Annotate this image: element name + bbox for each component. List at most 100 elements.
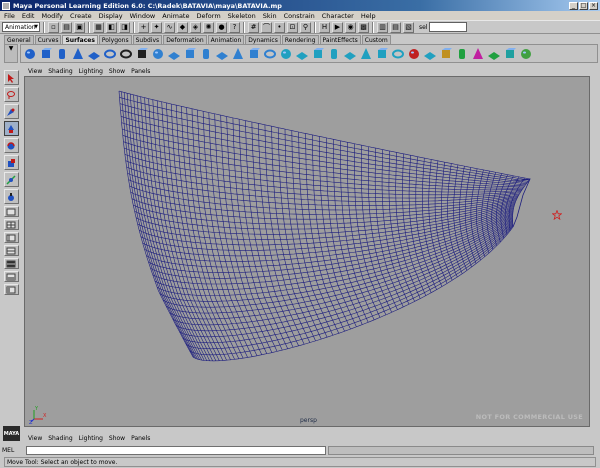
snap-point-icon[interactable]: • — [274, 21, 285, 33]
menu-skeleton[interactable]: Skeleton — [228, 12, 256, 20]
menu-character[interactable]: Character — [322, 12, 354, 20]
menu-create[interactable]: Create — [70, 12, 92, 20]
command-input[interactable] — [26, 445, 326, 455]
minimize-button[interactable]: _ — [569, 1, 578, 10]
paint-select-tool-icon[interactable] — [3, 104, 19, 119]
mask-joints-icon[interactable]: ✦ — [151, 21, 162, 33]
last-tool-icon[interactable] — [3, 189, 19, 204]
panel-menu-bottom-show[interactable]: Show — [109, 435, 125, 442]
square-surface-icon[interactable] — [247, 47, 261, 61]
layout-persp-trax-icon[interactable] — [3, 271, 19, 282]
tab-rendering[interactable]: Rendering — [281, 35, 319, 44]
surface-fillet-icon[interactable] — [487, 47, 501, 61]
bevel-icon[interactable] — [263, 47, 277, 61]
nurbs-cube-icon[interactable] — [39, 47, 53, 61]
tab-animation[interactable]: Animation — [207, 35, 245, 44]
tab-surfaces[interactable]: Surfaces — [62, 35, 98, 44]
panel-menu-show[interactable]: Show — [109, 68, 125, 75]
render-frame-icon[interactable]: ▶ — [332, 21, 343, 33]
ipr-render-icon[interactable]: ◉ — [345, 21, 356, 33]
menu-animate[interactable]: Animate — [162, 12, 189, 20]
align-surfaces-icon[interactable] — [375, 47, 389, 61]
project-curve-icon[interactable] — [295, 47, 309, 61]
panel-menu-lighting[interactable]: Lighting — [79, 68, 103, 75]
panel-menu-shading[interactable]: Shading — [48, 68, 72, 75]
panel-menu-bottom-view[interactable]: View — [28, 435, 42, 442]
menu-edit[interactable]: Edit — [22, 12, 35, 20]
selection-input[interactable] — [429, 22, 468, 32]
snap-curve-icon[interactable]: ⌒ — [261, 21, 272, 33]
mask-dynamics-icon[interactable]: ✺ — [203, 21, 214, 33]
channel-box-icon[interactable]: ▥ — [377, 21, 388, 33]
trim-tool-icon[interactable] — [311, 47, 325, 61]
boundary-icon[interactable] — [231, 47, 245, 61]
tab-custom[interactable]: Custom — [361, 35, 391, 44]
extend-surface-icon[interactable] — [423, 47, 437, 61]
close-button[interactable]: × — [589, 1, 598, 10]
intersect-icon[interactable] — [279, 47, 293, 61]
layout-persp-graph-icon[interactable] — [3, 245, 19, 256]
tab-painteffects[interactable]: PaintEffects — [319, 35, 361, 44]
scale-tool-icon[interactable] — [3, 155, 19, 170]
offset-surface-icon[interactable] — [439, 47, 453, 61]
layout-single-icon[interactable] — [3, 206, 19, 217]
mask-misc-icon[interactable]: ? — [229, 21, 240, 33]
menu-help[interactable]: Help — [361, 12, 376, 20]
perspective-viewport[interactable]: X Y Z persp NOT FOR COMMERCIAL USE — [24, 76, 590, 427]
move-tool-icon[interactable] — [3, 121, 19, 136]
untrim-icon[interactable] — [327, 47, 341, 61]
panel-menu-view[interactable]: View — [28, 68, 42, 75]
layout-hypershade-icon[interactable] — [3, 258, 19, 269]
mask-render-icon[interactable]: ● — [216, 21, 227, 33]
make-live-icon[interactable]: ⚲ — [300, 21, 311, 33]
menu-set-selector[interactable]: Animation ▼ — [2, 22, 40, 32]
command-language-label[interactable]: MEL — [2, 447, 24, 454]
snap-view-icon[interactable]: ⊡ — [287, 21, 298, 33]
tab-dynamics[interactable]: Dynamics — [245, 35, 281, 44]
open-scene-icon[interactable]: ▤ — [61, 21, 72, 33]
tool-settings-icon[interactable]: ▧ — [403, 21, 414, 33]
nurbs-square-icon[interactable] — [135, 47, 149, 61]
open-close-icon[interactable] — [391, 47, 405, 61]
nurbs-cone-icon[interactable] — [71, 47, 85, 61]
layout-outliner-persp-icon[interactable] — [3, 284, 19, 295]
menu-constrain[interactable]: Constrain — [284, 12, 315, 20]
nurbs-circle-icon[interactable] — [119, 47, 133, 61]
stitch-icon[interactable] — [503, 47, 517, 61]
mask-curves-icon[interactable]: ∿ — [164, 21, 175, 33]
tab-curves[interactable]: Curves — [34, 35, 62, 44]
maximize-button[interactable]: □ — [579, 1, 588, 10]
loft-icon[interactable] — [167, 47, 181, 61]
panel-menu-bottom-panels[interactable]: Panels — [131, 435, 150, 442]
select-object-icon[interactable]: ◧ — [106, 21, 117, 33]
select-tool-icon[interactable] — [3, 70, 19, 85]
nurbs-sphere-icon[interactable] — [23, 47, 37, 61]
history-icon[interactable]: H — [319, 21, 330, 33]
new-scene-icon[interactable]: ▫ — [48, 21, 59, 33]
rotate-tool-icon[interactable] — [3, 138, 19, 153]
mask-surfaces-icon[interactable]: ◆ — [177, 21, 188, 33]
extrude-icon[interactable] — [199, 47, 213, 61]
tab-general[interactable]: General — [4, 35, 34, 44]
mask-deform-icon[interactable]: ◈ — [190, 21, 201, 33]
layout-four-icon[interactable] — [3, 219, 19, 230]
panel-menu-panels[interactable]: Panels — [131, 68, 150, 75]
menu-deform[interactable]: Deform — [197, 12, 221, 20]
render-globals-icon[interactable]: ▩ — [358, 21, 369, 33]
panel-menu-bottom-shading[interactable]: Shading — [48, 435, 72, 442]
attribute-editor-icon[interactable]: ▤ — [390, 21, 401, 33]
revolve-icon[interactable] — [151, 47, 165, 61]
detach-surfaces-icon[interactable] — [359, 47, 373, 61]
tab-subdivs[interactable]: Subdivs — [132, 35, 163, 44]
menu-display[interactable]: Display — [99, 12, 123, 20]
birail-icon[interactable] — [215, 47, 229, 61]
rebuild-icon[interactable] — [455, 47, 469, 61]
save-scene-icon[interactable]: ▣ — [74, 21, 85, 33]
lasso-tool-icon[interactable] — [3, 87, 19, 102]
mask-handles-icon[interactable]: + — [138, 21, 149, 33]
shelf-menu-button[interactable]: ▼ — [4, 44, 18, 63]
tab-polygons[interactable]: Polygons — [98, 35, 132, 44]
planar-icon[interactable] — [183, 47, 197, 61]
select-hierarchy-icon[interactable]: ▦ — [93, 21, 104, 33]
panel-menu-bottom-lighting[interactable]: Lighting — [79, 435, 103, 442]
